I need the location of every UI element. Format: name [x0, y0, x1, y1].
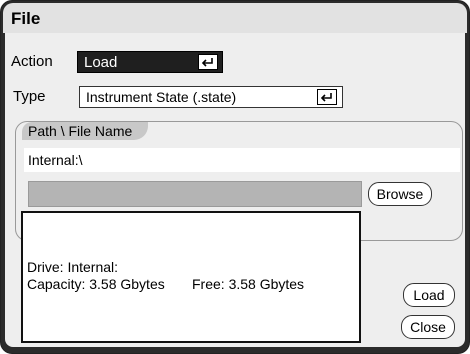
dialog-body: Action Load Type Instrument State (.stat…	[5, 33, 465, 347]
dialog-title: File	[11, 9, 41, 28]
dialog-titlebar: File	[3, 3, 467, 33]
load-button[interactable]: Load	[403, 283, 455, 307]
path-group-label: Path \ File Name	[22, 122, 149, 140]
action-value: Load	[84, 54, 118, 71]
file-dialog: File Action Load Type Instrument State (…	[0, 0, 470, 354]
path-input[interactable]: Internal:\	[24, 148, 460, 172]
filename-field[interactable]	[28, 181, 362, 207]
drive-info-box: Drive: Internal: Capacity: 3.58 Gbytes F…	[21, 211, 361, 343]
action-label: Action	[11, 53, 53, 70]
close-button[interactable]: Close	[401, 315, 455, 339]
path-value: Internal:\	[28, 152, 83, 168]
drive-text: Drive: Internal:	[27, 259, 119, 275]
type-select[interactable]: Instrument State (.state)	[79, 86, 343, 108]
type-label: Type	[13, 88, 46, 105]
enter-key-icon[interactable]	[317, 89, 337, 105]
browse-button[interactable]: Browse	[368, 182, 432, 206]
enter-key-icon[interactable]	[198, 54, 218, 70]
free-text: Free: 3.58 Gbytes	[192, 276, 305, 292]
action-select[interactable]: Load	[77, 51, 223, 73]
type-value: Instrument State (.state)	[86, 89, 237, 105]
capacity-text: Capacity: 3.58 Gbytes	[27, 276, 165, 292]
